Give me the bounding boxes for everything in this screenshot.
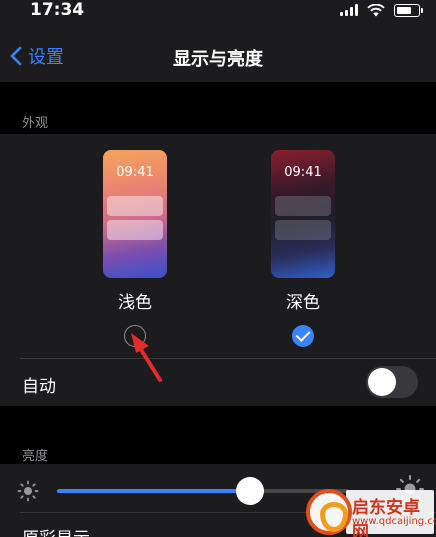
light-preview-widget [107, 196, 163, 216]
dark-mode-preview: 09:41 [271, 150, 335, 278]
wifi-icon [367, 3, 385, 16]
dark-preview-widget [275, 196, 331, 216]
watermark-text-box: 启东安卓网 www.qdcaijing.com [346, 490, 436, 537]
dark-preview-time: 09:41 [284, 165, 322, 180]
appearance-section-label: 外观 [22, 116, 49, 131]
brightness-slider-thumb[interactable] [235, 477, 264, 505]
auto-appearance-label: 自动 [22, 377, 56, 397]
true-tone-label[interactable]: 原彩显示 [22, 524, 90, 537]
dark-preview-widget [275, 220, 331, 240]
nav-bar: 设置 显示与亮度 [0, 22, 436, 82]
watermark-title: 启东安卓网 [352, 498, 420, 537]
dark-mode-option[interactable]: 09:41 深色 [253, 150, 353, 347]
light-mode-preview: 09:41 [103, 150, 167, 278]
light-preview-widget [107, 220, 163, 240]
cellular-signal-icon [340, 4, 358, 16]
auto-appearance-toggle[interactable] [366, 366, 418, 398]
brightness-section-label: 亮度 [22, 449, 49, 464]
brightness-slider-fill [57, 489, 250, 493]
watermark-url: www.qdcaijing.com [352, 516, 436, 527]
status-bar: 17:34 [0, 0, 436, 22]
watermark: 启东安卓网 www.qdcaijing.com [306, 487, 436, 537]
page-title: 显示与亮度 [173, 49, 263, 70]
sun-small-icon [17, 480, 39, 502]
dark-mode-label: 深色 [286, 293, 320, 313]
status-icons [340, 3, 423, 17]
battery-icon [394, 3, 423, 17]
status-time: 17:34 [30, 0, 85, 20]
light-mode-radio[interactable] [124, 325, 146, 347]
light-mode-label: 浅色 [118, 293, 152, 313]
light-mode-option[interactable]: 09:41 浅色 [85, 150, 185, 347]
watermark-logo-icon [306, 489, 352, 535]
battery-fill [397, 6, 412, 14]
toggle-knob [368, 368, 396, 396]
light-preview-time: 09:41 [116, 165, 154, 180]
auto-appearance-row[interactable]: 自动 [0, 358, 436, 406]
dark-mode-radio[interactable] [292, 325, 314, 347]
